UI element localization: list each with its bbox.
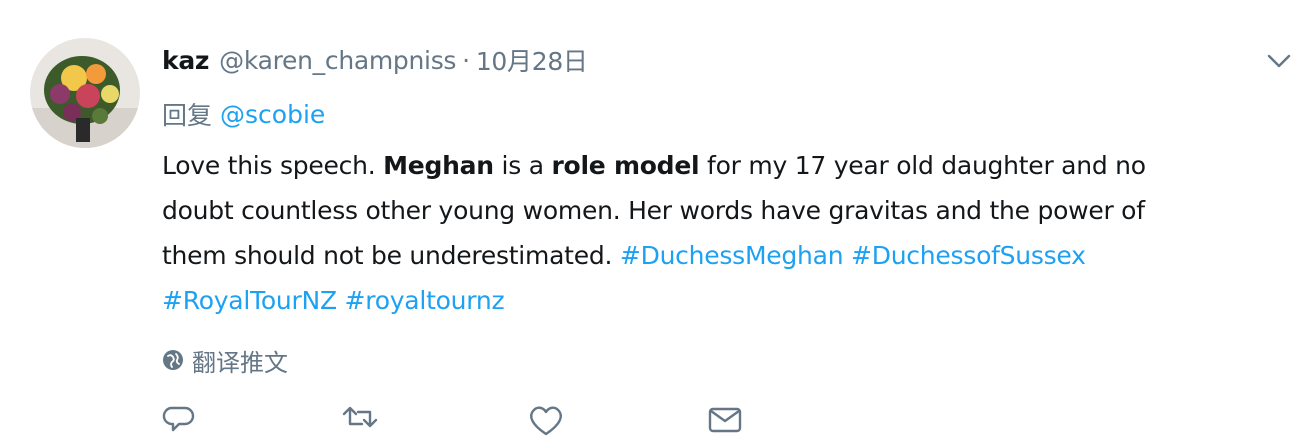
translate-tweet-link[interactable]: 翻译推文 [162, 338, 288, 382]
tweet-actions [162, 404, 862, 444]
reply-icon [162, 406, 195, 432]
retweet-icon [342, 406, 378, 428]
bold-text-role-model: role model [551, 151, 700, 180]
translate-label: 翻译推文 [192, 348, 288, 377]
hashtag-link[interactable]: #RoyalTourNZ [162, 286, 337, 315]
heart-icon [530, 406, 562, 436]
reply-mention-link[interactable]: @scobie [220, 100, 325, 129]
like-button[interactable] [527, 404, 565, 438]
reply-context: 回复 @scobie [162, 92, 325, 136]
tweet-text-line-3: them should not be underestimated. #Duch… [162, 233, 1282, 278]
hashtag-link[interactable]: #royaltournz [345, 286, 505, 315]
hashtag-link[interactable]: #DuchessMeghan [620, 241, 844, 270]
tweet-text-line-1: Love this speech. Meghan is a role model… [162, 143, 1282, 188]
text-segment: Love this speech. [162, 151, 384, 180]
text-segment: for my 17 year old daughter and no [699, 151, 1146, 180]
direct-message-icon [708, 407, 742, 433]
text-segment: is a [493, 151, 552, 180]
retweet-button[interactable] [340, 404, 380, 438]
tweet-date[interactable]: 10月28日 [476, 42, 588, 78]
tweet-text: Love this speech. Meghan is a role model… [162, 143, 1282, 323]
avatar[interactable] [30, 38, 140, 148]
globe-icon [163, 350, 183, 370]
separator-dot: · [462, 45, 470, 75]
display-name[interactable]: kaz [162, 46, 209, 75]
reply-button[interactable] [162, 404, 196, 438]
reply-prefix: 回复 [162, 101, 213, 130]
text-segment: them should not be underestimated. [162, 241, 620, 270]
hashtag-link[interactable]: #DuchessofSussex [851, 241, 1086, 270]
tweet-text-line-4: #RoyalTourNZ #royaltournz [162, 278, 1282, 323]
tweet[interactable]: kaz @karen_champniss · 10月28日 回复 @scobie… [0, 0, 1312, 436]
direct-message-button[interactable] [707, 404, 743, 438]
tweet-text-line-2: doubt countless other young women. Her w… [162, 188, 1282, 233]
user-handle[interactable]: @karen_champniss [219, 46, 456, 75]
chevron-down-icon[interactable] [1262, 44, 1296, 78]
text-segment: doubt countless other young women. Her w… [162, 196, 1145, 225]
bold-text-meghan: Meghan [383, 151, 494, 180]
tweet-header: kaz @karen_champniss · 10月28日 [162, 38, 588, 82]
